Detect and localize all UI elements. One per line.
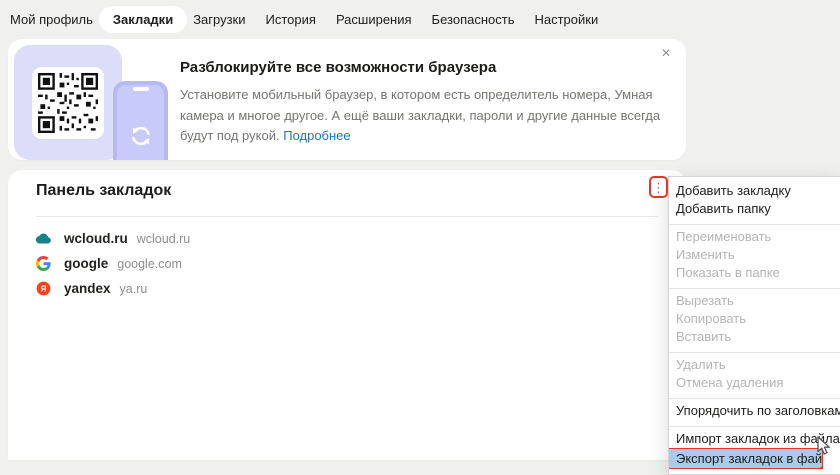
menu-item-sort-by-title[interactable]: Упорядочить по заголовкам [669,402,840,427]
qr-code [32,67,104,139]
menu-item-edit[interactable]: Изменить [669,246,840,264]
nav-tab-extensions[interactable]: Расширения [336,12,412,27]
nav-tab-history[interactable]: История [266,12,316,27]
phone-illustration [113,81,168,160]
wcloud-cloud-icon [36,231,51,246]
menu-item-undo-delete[interactable]: Отмена удаления [669,374,840,399]
bookmarks-menu-button[interactable]: ⋮ [649,176,668,198]
bookmark-title: yandex [64,281,111,296]
banner-body: Установите мобильный браузер, в котором … [180,85,680,147]
menu-item-show-in-folder[interactable]: Показать в папке [669,264,840,289]
menu-item-add-folder[interactable]: Добавить папку [669,200,840,225]
qr-code-icon [38,73,98,133]
bookmark-url: wcloud.ru [137,232,191,246]
yandex-icon: Я [36,281,51,296]
bookmark-url: google.com [117,257,182,271]
bookmark-row-google[interactable]: google google.com [36,251,658,276]
menu-item-cut[interactable]: Вырезать [669,292,840,310]
menu-item-add-bookmark[interactable]: Добавить закладку [669,182,840,200]
bookmark-row-yandex[interactable]: Я yandex ya.ru [36,276,658,301]
banner-illustration [14,45,122,160]
mobile-promo-banner: Разблокируйте все возможности браузера У… [8,39,686,160]
menu-item-import-html[interactable]: Импорт закладок из файла HTML [669,430,840,448]
kebab-icon: ⋮ [652,181,665,194]
nav-tab-downloads[interactable]: Загрузки [193,12,245,27]
bookmark-url: ya.ru [120,282,148,296]
nav-tab-bookmarks[interactable]: Закладки [99,6,187,33]
banner-title: Разблокируйте все возможности браузера [180,59,680,76]
sync-icon [128,123,154,149]
nav-tab-security[interactable]: Безопасность [432,12,515,27]
bookmarks-panel-card: Панель закладок wcloud.ru wcloud.ru goog… [8,170,686,460]
more-details-link[interactable]: Подробнее [283,128,350,143]
menu-item-rename[interactable]: Переименовать [669,228,840,246]
bookmark-list: wcloud.ru wcloud.ru google google.com Я … [36,226,658,301]
menu-item-paste[interactable]: Вставить [669,328,840,353]
google-icon [36,256,51,271]
nav-tab-settings[interactable]: Настройки [534,12,598,27]
close-icon[interactable]: × [656,44,676,64]
svg-text:Я: Я [41,284,47,293]
bookmarks-context-menu: Добавить закладку Добавить папку Переиме… [668,176,840,475]
bookmark-title: wcloud.ru [64,231,128,246]
nav-tab-my-profile[interactable]: Мой профиль [10,12,93,27]
page-title: Панель закладок [36,182,171,200]
menu-item-export-html[interactable]: Экспорт закладок в файл HTML [669,448,823,469]
bookmark-title: google [64,256,108,271]
menu-item-delete[interactable]: Удалить [669,356,840,374]
bookmark-row-wcloud[interactable]: wcloud.ru wcloud.ru [36,226,658,251]
settings-nav: Мой профиль Закладки Загрузки История Ра… [0,0,840,38]
divider [36,216,658,217]
menu-item-copy[interactable]: Копировать [669,310,840,328]
